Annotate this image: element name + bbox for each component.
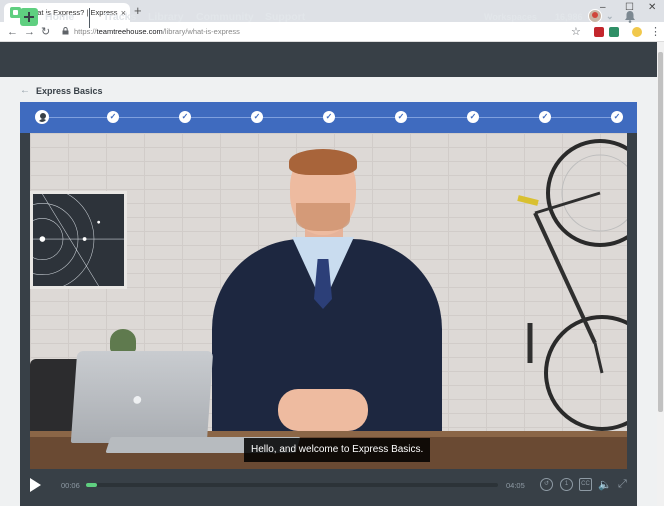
step-check-icon[interactable]: ✓: [539, 111, 551, 123]
profile-avatar-icon[interactable]: [632, 27, 642, 37]
duration-time: 04:05: [506, 481, 525, 490]
nav-home[interactable]: Home: [45, 11, 74, 23]
step-check-icon[interactable]: ✓: [611, 111, 623, 123]
site-nav: [0, 42, 657, 77]
current-time: 00:06: [61, 481, 80, 490]
treehouse-logo-icon[interactable]: [20, 8, 38, 26]
close-window-button[interactable]: ✕: [648, 2, 656, 13]
speaker-hands: [278, 389, 368, 431]
video-caption: Hello, and welcome to Express Basics.: [244, 438, 431, 462]
step-check-icon[interactable]: ✓: [107, 111, 119, 123]
rewind-icon[interactable]: ↺: [540, 478, 553, 491]
step-check-icon[interactable]: ✓: [467, 111, 479, 123]
url-host: teamtreehouse.com: [96, 27, 163, 36]
user-avatar[interactable]: [588, 9, 602, 23]
video-plant: [110, 329, 136, 353]
nav-community[interactable]: Community: [196, 11, 254, 23]
extension-green-icon[interactable]: [609, 27, 619, 37]
extension-red-icon[interactable]: [594, 27, 604, 37]
video-starmap-poster: [30, 187, 127, 291]
step-check-icon[interactable]: ✓: [179, 111, 191, 123]
nav-support[interactable]: Support: [265, 11, 305, 23]
points-count: 16,986: [555, 12, 583, 22]
step-current-avatar[interactable]: [35, 110, 49, 124]
back-icon[interactable]: ←: [7, 25, 18, 39]
bell-icon[interactable]: [624, 10, 636, 23]
speed-icon[interactable]: 1: [560, 478, 573, 491]
step-check-icon[interactable]: ✓: [323, 111, 335, 123]
nav-divider: [89, 8, 90, 28]
browser-menu-icon[interactable]: ⋮: [650, 25, 661, 39]
step-check-icon[interactable]: ✓: [395, 111, 407, 123]
step-check-icon[interactable]: ✓: [251, 111, 263, 123]
speaker-hair: [289, 149, 357, 175]
forward-icon[interactable]: →: [24, 25, 35, 39]
volume-icon[interactable]: 🔈: [598, 478, 612, 491]
url-scheme: https://: [74, 27, 97, 36]
nav-workspaces[interactable]: Workspaces: [484, 12, 537, 22]
bookmark-star-icon[interactable]: ☆: [571, 25, 581, 39]
fullscreen-icon[interactable]: ⤢: [618, 478, 627, 491]
back-arrow-icon: ←: [20, 85, 30, 96]
course-title: Express Basics: [36, 85, 103, 96]
play-icon[interactable]: [30, 478, 41, 492]
video-bicycle: [517, 139, 627, 431]
captions-icon[interactable]: CC: [579, 478, 592, 491]
seek-bar[interactable]: [86, 483, 498, 487]
video-laptop: ●: [70, 351, 214, 443]
scrollbar-thumb[interactable]: [658, 52, 663, 412]
chevron-down-icon[interactable]: ⌄: [606, 11, 614, 22]
apple-logo-icon: ●: [131, 389, 144, 409]
video-frame[interactable]: ●: [30, 133, 627, 469]
url-path: /library/what-is-express: [162, 27, 240, 36]
breadcrumb-back[interactable]: ← Express Basics: [20, 85, 103, 96]
nav-library[interactable]: Library: [148, 11, 184, 23]
nav-tracks[interactable]: Tracks: [103, 11, 136, 23]
reload-icon[interactable]: ↻: [41, 25, 50, 39]
url-field[interactable]: https://teamtreehouse.com/library/what-i…: [74, 27, 240, 36]
speaker-beard: [296, 203, 350, 231]
lock-icon: [62, 27, 69, 35]
address-bar: ← → ↻ https://teamtreehouse.com/library/…: [0, 22, 664, 42]
seek-bar-fill: [86, 483, 98, 487]
